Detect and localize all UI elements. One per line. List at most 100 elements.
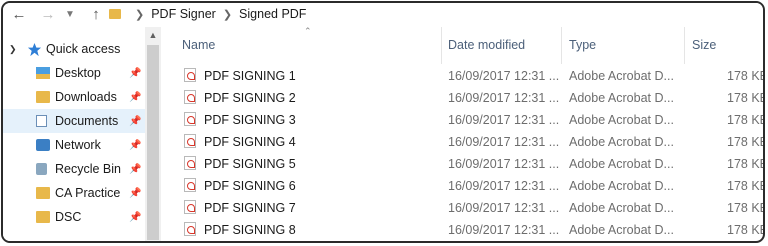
forward-arrow-icon[interactable]: → — [38, 5, 58, 25]
column-header-row: ⌃ Name Date modified Type Size — [161, 26, 763, 64]
documents-icon — [36, 115, 47, 127]
star-icon — [27, 42, 42, 56]
file-type: Adobe Acrobat D... — [569, 113, 674, 127]
pin-icon[interactable]: 📌 — [129, 212, 141, 223]
downloads-folder-icon — [36, 91, 50, 103]
up-arrow-icon[interactable]: ↑ — [86, 5, 106, 25]
file-date-modified: 16/09/2017 12:31 ... — [448, 113, 560, 127]
table-row[interactable]: PDF SIGNING 3 16/09/2017 12:31 ... Adobe A… — [161, 109, 763, 131]
back-arrow-icon[interactable]: ← — [9, 5, 29, 25]
pdf-file-icon — [184, 68, 196, 82]
chevron-right-icon[interactable]: ❯ — [223, 8, 232, 21]
pin-icon[interactable]: 📌 — [129, 92, 141, 103]
file-date-modified: 16/09/2017 12:31 ... — [448, 201, 560, 215]
sidebar-item-recycle-bin[interactable]: Recycle Bin 📌 — [3, 157, 145, 181]
file-name: PDF SIGNING 7 — [204, 201, 296, 215]
chevron-right-icon[interactable]: ❯ — [135, 8, 144, 21]
pdf-file-icon — [184, 90, 196, 104]
file-type: Adobe Acrobat D... — [569, 135, 674, 149]
table-row[interactable]: PDF SIGNING 1 16/09/2017 12:31 ... Adobe A… — [161, 65, 763, 87]
file-list: ⌃ Name Date modified Type Size PDF SIGNI… — [161, 26, 763, 241]
pdf-file-icon — [184, 112, 196, 126]
pdf-file-icon — [184, 222, 196, 236]
file-size: 178 KB — [727, 179, 765, 193]
column-header-name[interactable]: Name — [182, 38, 215, 52]
table-row[interactable]: PDF SIGNING 5 16/09/2017 12:31 ... Adobe A… — [161, 153, 763, 175]
file-date-modified: 16/09/2017 12:31 ... — [448, 91, 560, 105]
recent-locations-chevron-icon[interactable]: ▼ — [60, 5, 80, 25]
sidebar-item-label: Network — [55, 138, 101, 152]
file-name: PDF SIGNING 5 — [204, 157, 296, 171]
file-size: 178 KB — [727, 91, 765, 105]
pdf-file-icon — [184, 134, 196, 148]
pin-icon[interactable]: 📌 — [129, 116, 141, 127]
table-row[interactable]: PDF SIGNING 4 16/09/2017 12:31 ... Adobe A… — [161, 131, 763, 153]
sidebar-item-network[interactable]: Network 📌 — [3, 133, 145, 157]
recycle-bin-icon — [36, 163, 47, 175]
address-bar: ← → ▼ ↑ ❯ PDF Signer ❯ Signed PDF — [3, 3, 763, 27]
file-name: PDF SIGNING 3 — [204, 113, 296, 127]
sidebar-item-label: Quick access — [46, 42, 121, 56]
pdf-file-icon — [184, 200, 196, 214]
file-size: 178 KB — [727, 135, 765, 149]
table-row[interactable]: PDF SIGNING 6 16/09/2017 12:31 ... Adobe A… — [161, 175, 763, 197]
file-date-modified: 16/09/2017 12:31 ... — [448, 223, 560, 237]
sidebar-item-label: Documents — [55, 114, 119, 128]
file-date-modified: 16/09/2017 12:31 ... — [448, 179, 560, 193]
scrollbar-thumb[interactable] — [147, 45, 159, 240]
column-divider[interactable] — [441, 27, 442, 64]
folder-icon — [36, 187, 50, 199]
file-date-modified: 16/09/2017 12:31 ... — [448, 157, 560, 171]
breadcrumb-item[interactable]: Signed PDF — [239, 7, 306, 21]
folder-icon — [109, 9, 121, 19]
table-row[interactable]: PDF SIGNING 7 16/09/2017 12:31 ... Adobe A… — [161, 197, 763, 219]
pdf-file-icon — [184, 178, 196, 192]
network-icon — [36, 139, 50, 151]
sort-ascending-icon: ⌃ — [304, 26, 312, 36]
pin-icon[interactable]: 📌 — [129, 140, 141, 151]
pdf-file-icon — [184, 156, 196, 170]
pin-icon[interactable]: 📌 — [129, 164, 141, 175]
chevron-down-icon[interactable]: ❯ — [9, 44, 17, 55]
pin-icon[interactable]: 📌 — [129, 68, 141, 79]
file-type: Adobe Acrobat D... — [569, 91, 674, 105]
sidebar-item-documents[interactable]: Documents 📌 — [3, 109, 145, 133]
file-name: PDF SIGNING 8 — [204, 223, 296, 237]
column-header-type[interactable]: Type — [569, 38, 596, 52]
file-name: PDF SIGNING 2 — [204, 91, 296, 105]
column-header-date[interactable]: Date modified — [448, 38, 525, 52]
file-explorer-window: ← → ▼ ↑ ❯ PDF Signer ❯ Signed PDF ❯ Quic… — [1, 1, 765, 243]
breadcrumb-item[interactable]: PDF Signer — [151, 7, 216, 21]
sidebar-item-label: DSC — [55, 210, 82, 224]
breadcrumb[interactable]: ❯ PDF Signer ❯ Signed PDF — [109, 4, 759, 24]
file-name: PDF SIGNING 4 — [204, 135, 296, 149]
file-type: Adobe Acrobat D... — [569, 69, 674, 83]
sidebar-item-downloads[interactable]: Downloads 📌 — [3, 85, 145, 109]
sidebar-item-quick-access[interactable]: ❯ Quick access — [3, 37, 145, 61]
pin-icon[interactable]: 📌 — [129, 188, 141, 199]
file-size: 178 KB — [727, 69, 765, 83]
file-type: Adobe Acrobat D... — [569, 223, 674, 237]
file-size: 178 KB — [727, 201, 765, 215]
sidebar-item-label: CA Practice — [55, 186, 121, 200]
file-size: 178 KB — [727, 157, 765, 171]
navigation-pane: ❯ Quick access Desktop 📌 Downloads 📌 Doc… — [3, 27, 161, 241]
sidebar-scrollbar[interactable]: ▲ — [145, 27, 161, 241]
file-name: PDF SIGNING 1 — [204, 69, 296, 83]
table-row[interactable]: PDF SIGNING 2 16/09/2017 12:31 ... Adobe A… — [161, 87, 763, 109]
desktop-folder-icon — [36, 67, 50, 79]
column-header-size[interactable]: Size — [692, 38, 716, 52]
column-divider[interactable] — [561, 27, 562, 64]
sidebar-item-dsc[interactable]: DSC 📌 — [3, 205, 145, 229]
table-row[interactable]: PDF SIGNING 8 16/09/2017 12:31 ... Adobe A… — [161, 219, 763, 241]
file-type: Adobe Acrobat D... — [569, 179, 674, 193]
column-divider[interactable] — [684, 27, 685, 64]
sidebar-item-desktop[interactable]: Desktop 📌 — [3, 61, 145, 85]
file-size: 178 KB — [727, 223, 765, 237]
file-size: 178 KB — [727, 113, 765, 127]
file-type: Adobe Acrobat D... — [569, 201, 674, 215]
scroll-up-icon[interactable]: ▲ — [145, 27, 161, 43]
folder-icon — [36, 211, 50, 223]
sidebar-item-label: Desktop — [55, 66, 101, 80]
sidebar-item-ca-practice[interactable]: CA Practice 📌 — [3, 181, 145, 205]
